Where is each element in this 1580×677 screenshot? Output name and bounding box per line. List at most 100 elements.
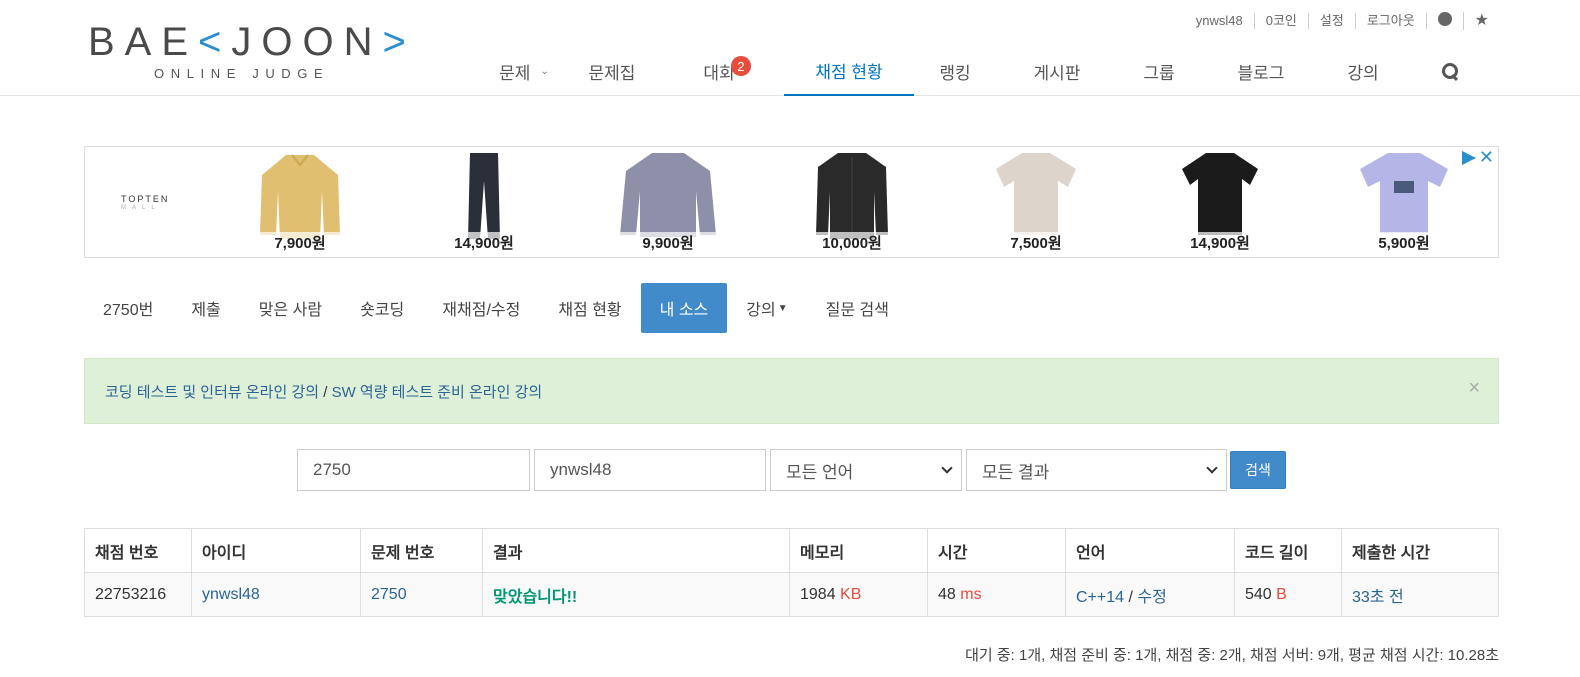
- ad-close-icon[interactable]: ✕: [1479, 147, 1494, 168]
- problem-menu: 2750번 제출 맞은 사람 숏코딩 재채점/수정 채점 현황 내 소스 강의 …: [84, 283, 908, 333]
- logo-bracket-close: >: [382, 20, 416, 64]
- nav-contests-label: 대회: [703, 63, 735, 83]
- code-length-unit: B: [1276, 585, 1287, 603]
- col-time: 시간: [927, 528, 1066, 573]
- problem-link[interactable]: 2750: [371, 586, 407, 603]
- result-select[interactable]: 모든 결과: [966, 449, 1227, 491]
- adchoices-icon[interactable]: [1462, 151, 1476, 165]
- nav-ranking-label: 랭킹: [939, 63, 971, 83]
- nav-ranking[interactable]: 랭킹: [914, 46, 996, 96]
- ad-price: 14,900원: [1170, 232, 1270, 253]
- code-length-value: 540: [1245, 585, 1272, 603]
- chevron-down-icon: [941, 462, 953, 474]
- cell-user: ynwsl48: [191, 572, 361, 617]
- nav-problems-label: 문제: [499, 63, 531, 83]
- pmenu-solvers[interactable]: 맞은 사람: [240, 283, 341, 333]
- ad-product-6[interactable]: 14,900원: [1170, 151, 1270, 255]
- logo-subtitle: ONLINE JUDGE: [154, 66, 330, 81]
- ad-product-7[interactable]: 5,900원: [1354, 151, 1454, 255]
- nav-groups[interactable]: 그룹: [1118, 46, 1200, 96]
- nav-problems[interactable]: 문제 ⌄: [478, 46, 570, 96]
- ad-price: 7,900원: [250, 232, 350, 253]
- col-submission-id: 채점 번호: [84, 528, 192, 573]
- problem-id-value: 2750: [313, 460, 351, 479]
- time-value: 48: [938, 585, 956, 603]
- nav-blog-label: 블로그: [1237, 63, 1285, 83]
- ad-brand-logo: TOPTEN MALL: [121, 195, 169, 213]
- alert-text: 코딩 테스트 및 인터뷰 온라인 강의 / SW 역량 테스트 준비 온라인 강…: [105, 381, 542, 402]
- nav-blog[interactable]: 블로그: [1200, 46, 1322, 96]
- ad-price: 5,900원: [1354, 232, 1454, 253]
- pmenu-status[interactable]: 채점 현황: [539, 283, 640, 333]
- alert-close-icon[interactable]: ×: [1468, 377, 1480, 400]
- result-select-value: 모든 결과: [982, 462, 1050, 482]
- ad-product-3[interactable]: 9,900원: [618, 151, 718, 255]
- pmenu-problem-number[interactable]: 2750번: [84, 283, 172, 333]
- submitted-time-link[interactable]: 33초 전: [1352, 589, 1404, 606]
- sweatshirt-image: [620, 153, 716, 237]
- problem-id-input[interactable]: 2750: [297, 449, 530, 491]
- nav-search[interactable]: [1404, 46, 1496, 96]
- language-select[interactable]: 모든 언어: [770, 449, 962, 491]
- nav-status[interactable]: 채점 현황: [784, 46, 914, 96]
- col-user: 아이디: [191, 528, 361, 573]
- promo-alert: 코딩 테스트 및 인터뷰 온라인 강의 / SW 역량 테스트 준비 온라인 강…: [84, 358, 1499, 424]
- nav-board-label: 게시판: [1033, 63, 1081, 83]
- coin-link[interactable]: 0코인: [1255, 13, 1309, 29]
- alert-separator: /: [319, 384, 332, 401]
- language-separator: /: [1124, 588, 1138, 606]
- logo-text-left: BAE: [88, 20, 199, 64]
- ad-product-4[interactable]: 10,000원: [802, 151, 902, 255]
- star-icon[interactable]: ★: [1464, 13, 1500, 29]
- pmenu-lectures[interactable]: 강의 ▼: [727, 283, 806, 333]
- status-table: 채점 번호 아이디 문제 번호 결과 메모리 시간 언어 코드 길이 제출한 시…: [84, 528, 1499, 617]
- nav-status-label: 채점 현황: [815, 62, 883, 82]
- ad-price: 10,000원: [802, 232, 902, 253]
- logo-bracket-open: <: [198, 20, 232, 64]
- col-submitted: 제출한 시간: [1341, 528, 1499, 573]
- tshirt-image: [1360, 153, 1448, 233]
- nav-contests[interactable]: 대회 2: [654, 46, 784, 96]
- chevron-down-icon: ⌄: [540, 65, 549, 77]
- nav-board[interactable]: 게시판: [996, 46, 1118, 96]
- ad-brand-name: TOPTEN: [121, 194, 170, 204]
- pmenu-rejudge[interactable]: 재채점/수정: [423, 283, 539, 333]
- edit-link[interactable]: 수정: [1137, 589, 1166, 606]
- nav-groups-label: 그룹: [1143, 63, 1175, 83]
- pmenu-lectures-label: 강의: [746, 302, 776, 319]
- language-link[interactable]: C++14: [1076, 589, 1124, 606]
- settings-link[interactable]: 설정: [1309, 13, 1356, 29]
- nav-lectures[interactable]: 강의: [1322, 46, 1404, 96]
- alert-link-sw-test[interactable]: SW 역량 테스트 준비 온라인 강의: [332, 384, 543, 401]
- ad-product-1[interactable]: 7,900원: [250, 151, 350, 255]
- language-globe-icon[interactable]: [1427, 12, 1464, 30]
- ad-price: 14,900원: [434, 232, 534, 253]
- user-id-input[interactable]: ynwsl48: [534, 449, 766, 491]
- nav-workbooks[interactable]: 문제집: [570, 46, 654, 96]
- ad-product-2[interactable]: 14,900원: [434, 151, 534, 255]
- pmenu-my-source[interactable]: 내 소스: [640, 283, 728, 333]
- col-memory: 메모리: [789, 528, 928, 573]
- ad-brand-sub: MALL: [121, 205, 161, 211]
- site-header: BAE<JOON> ONLINE JUDGE ynwsl48 0코인 설정 로그…: [0, 0, 1580, 96]
- logo-text-right: JOON: [231, 20, 383, 64]
- pmenu-question-search[interactable]: 질문 검색: [807, 283, 908, 333]
- tshirt-image: [1182, 153, 1258, 235]
- shirt-image: [260, 154, 340, 239]
- search-icon: [1441, 62, 1459, 80]
- col-code-length: 코드 길이: [1234, 528, 1342, 573]
- search-button[interactable]: 검색: [1230, 451, 1286, 489]
- username-link[interactable]: ynwsl48: [1185, 13, 1255, 29]
- alert-link-coding-test[interactable]: 코딩 테스트 및 인터뷰 온라인 강의: [105, 384, 319, 401]
- time-unit: ms: [960, 585, 982, 603]
- pmenu-short-coding[interactable]: 숏코딩: [341, 283, 423, 333]
- site-logo[interactable]: BAE<JOON> ONLINE JUDGE: [88, 20, 406, 81]
- ad-banner[interactable]: TOPTEN MALL 7,900원 14,900원 9,900원 10,000…: [84, 146, 1499, 258]
- chevron-down-icon: [1206, 462, 1218, 474]
- pmenu-submit[interactable]: 제출: [172, 283, 239, 333]
- logout-link[interactable]: 로그아웃: [1356, 13, 1427, 29]
- memory-unit: KB: [840, 585, 862, 603]
- col-problem: 문제 번호: [360, 528, 483, 573]
- user-link[interactable]: ynwsl48: [202, 586, 260, 603]
- ad-product-5[interactable]: 7,500원: [986, 151, 1086, 255]
